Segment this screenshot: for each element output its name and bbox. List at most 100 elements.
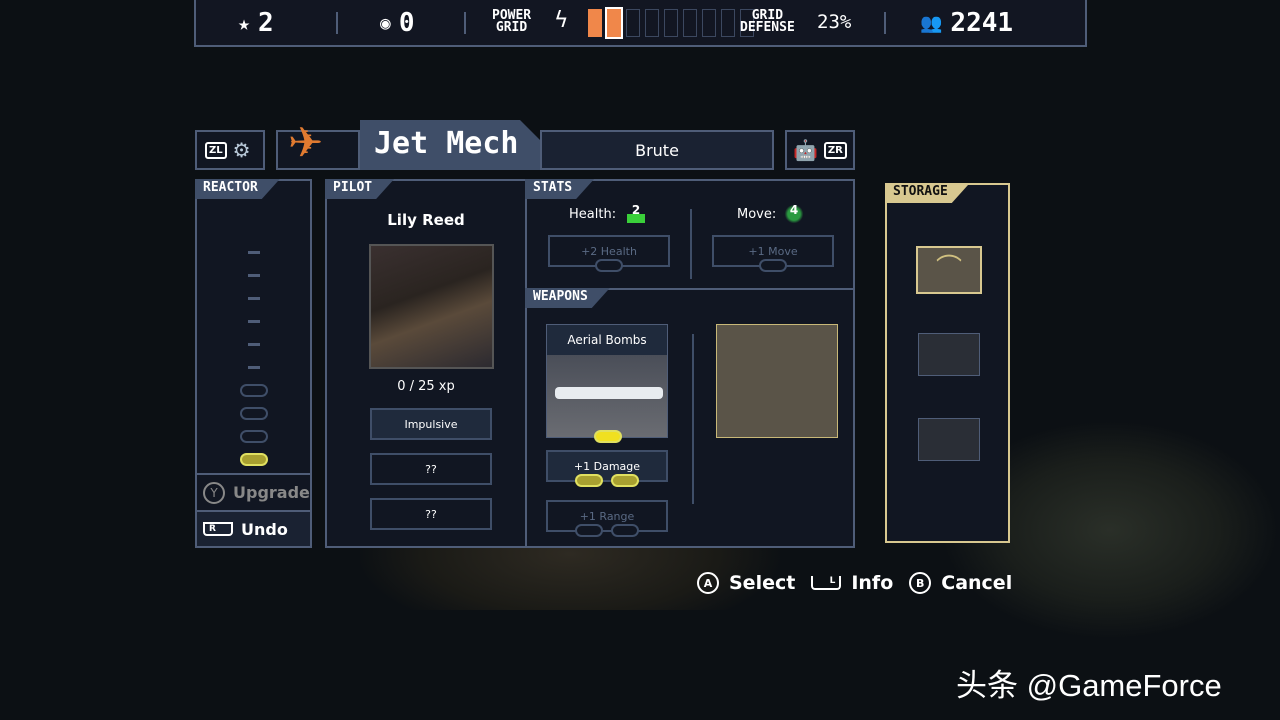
reactor-tick	[247, 274, 260, 277]
power-segment	[664, 9, 678, 37]
reactor-tick	[247, 366, 260, 369]
info-prompt[interactable]: Info	[851, 572, 893, 594]
missile-icon	[555, 387, 663, 399]
grid-defense-value: 23%	[817, 11, 852, 33]
l-key-icon: L	[811, 576, 842, 590]
move-upgrade-slot	[759, 259, 787, 272]
stars-counter: ★ 2	[238, 8, 274, 38]
select-prompt[interactable]: Select	[729, 572, 795, 594]
reactor-core	[239, 453, 268, 466]
stats-title: STATS	[525, 179, 594, 199]
power-grid-label: POWER GRID	[492, 8, 532, 35]
storage-slot[interactable]	[918, 418, 980, 461]
reactor-core	[239, 407, 268, 420]
people-icon: 👥	[920, 12, 943, 34]
weapons-title: WEAPONS	[525, 288, 610, 308]
slot	[575, 524, 603, 537]
cancel-prompt[interactable]: Cancel	[941, 572, 1012, 594]
weapons-panel: WEAPONS Aerial Bombs +1 Damage +1 Range	[525, 288, 855, 548]
pilot-portrait	[369, 244, 494, 369]
power-segment	[702, 9, 716, 37]
top-status-bar: ★ 2 ◉ 0 POWER GRID ϟ GRID DEFENSE 23% 👥 224…	[194, 0, 1087, 47]
storage-title: STORAGE	[885, 183, 970, 203]
stored-item[interactable]: ⌒	[916, 246, 982, 294]
population-value: 2241	[950, 8, 1014, 38]
power-segment	[588, 9, 602, 37]
slot	[575, 474, 603, 487]
health-label: Health:	[569, 207, 617, 222]
stats-panel: STATS Health: 2 +2 Health Move: 4 +1 Mov…	[525, 179, 855, 290]
mech-portrait: ✈	[276, 118, 360, 170]
upgrade-label: Upgrade	[233, 483, 310, 502]
weapon-name: Aerial Bombs	[567, 333, 647, 347]
power-segment	[605, 7, 623, 39]
move-value: 4	[783, 203, 805, 225]
reactor-core	[239, 384, 268, 397]
power-segment	[645, 9, 659, 37]
zl-key: ZL	[205, 141, 227, 159]
zr-key: ZR	[823, 141, 847, 159]
reactor-panel: REACTOR Y Upgrade R Undo	[195, 179, 312, 548]
move-label: Move:	[737, 207, 777, 222]
divider	[692, 334, 694, 504]
divider	[336, 12, 338, 34]
empty-weapon-slot[interactable]	[716, 324, 838, 438]
pilot-skill[interactable]: Impulsive	[370, 408, 492, 440]
damage-upgrade-slots	[575, 474, 639, 487]
power-segment	[626, 9, 640, 37]
reactor-cores	[197, 241, 310, 471]
population-counter: 👥 2241	[920, 8, 1013, 38]
r-key-icon: R	[203, 522, 233, 536]
storage-panel: STORAGE ⌒	[885, 183, 1010, 543]
undo-button[interactable]: R Undo	[197, 510, 310, 546]
a-key-icon: A	[697, 572, 719, 594]
star-icon: ★	[238, 11, 251, 35]
pilot-skill-locked[interactable]: ??	[370, 498, 492, 530]
divider	[464, 12, 466, 34]
pilot-name: Lily Reed	[387, 211, 465, 229]
mech-thumbnail-icon: ⚙	[232, 138, 251, 162]
mech-name: Jet Mech	[360, 120, 550, 170]
reactor-title: REACTOR	[195, 179, 280, 199]
pilot-skill-locked[interactable]: ??	[370, 453, 492, 485]
pilot-panel: PILOT Lily Reed 0 / 25 xp Impulsive ?? ?…	[325, 179, 527, 548]
reactor-core	[239, 430, 268, 443]
b-key-icon: B	[909, 572, 932, 594]
health-upgrade-slot	[595, 259, 623, 272]
button-prompts: A Select L Info B Cancel	[697, 572, 1012, 594]
jet-mech-icon: ✈	[288, 118, 324, 167]
slot	[611, 474, 639, 487]
storage-slot[interactable]	[918, 333, 980, 376]
slot	[611, 524, 639, 537]
reputation-icon: ◉	[380, 12, 391, 34]
upgrade-button[interactable]: Y Upgrade	[197, 473, 310, 510]
power-segment	[721, 9, 735, 37]
health-value: 2	[627, 203, 645, 223]
pilot-xp: 0 / 25 xp	[397, 379, 455, 394]
mech-thumbnail-icon: 🤖	[793, 138, 818, 162]
reactor-tick	[247, 343, 260, 346]
prev-mech-button[interactable]: ZL ⚙	[195, 130, 265, 170]
divider	[884, 12, 886, 34]
power-grid-bar	[588, 7, 759, 39]
reactor-tick	[247, 251, 260, 254]
power-segment	[683, 9, 697, 37]
reputation-value: 0	[398, 8, 415, 38]
next-mech-button[interactable]: 🤖 ZR	[785, 130, 855, 170]
reputation-counter: ◉ 0	[380, 8, 415, 38]
pilot-title: PILOT	[325, 179, 394, 199]
weapon-power-slot	[594, 430, 622, 443]
reactor-tick	[247, 297, 260, 300]
weapon-card-aerial-bombs[interactable]: Aerial Bombs	[546, 324, 668, 438]
watermark: 头条 @GameForce	[956, 668, 1222, 703]
mech-header: ✈ Jet Mech Brute	[276, 118, 774, 170]
divider	[690, 209, 692, 279]
mech-class: Brute	[540, 130, 774, 170]
y-key-icon: Y	[203, 481, 225, 504]
undo-label: Undo	[241, 519, 288, 539]
range-upgrade-slots	[575, 524, 639, 537]
grid-defense-label: GRID DEFENSE	[740, 8, 795, 35]
stars-value: 2	[258, 8, 274, 38]
reactor-tick	[247, 320, 260, 323]
lightning-icon: ϟ	[554, 8, 569, 33]
